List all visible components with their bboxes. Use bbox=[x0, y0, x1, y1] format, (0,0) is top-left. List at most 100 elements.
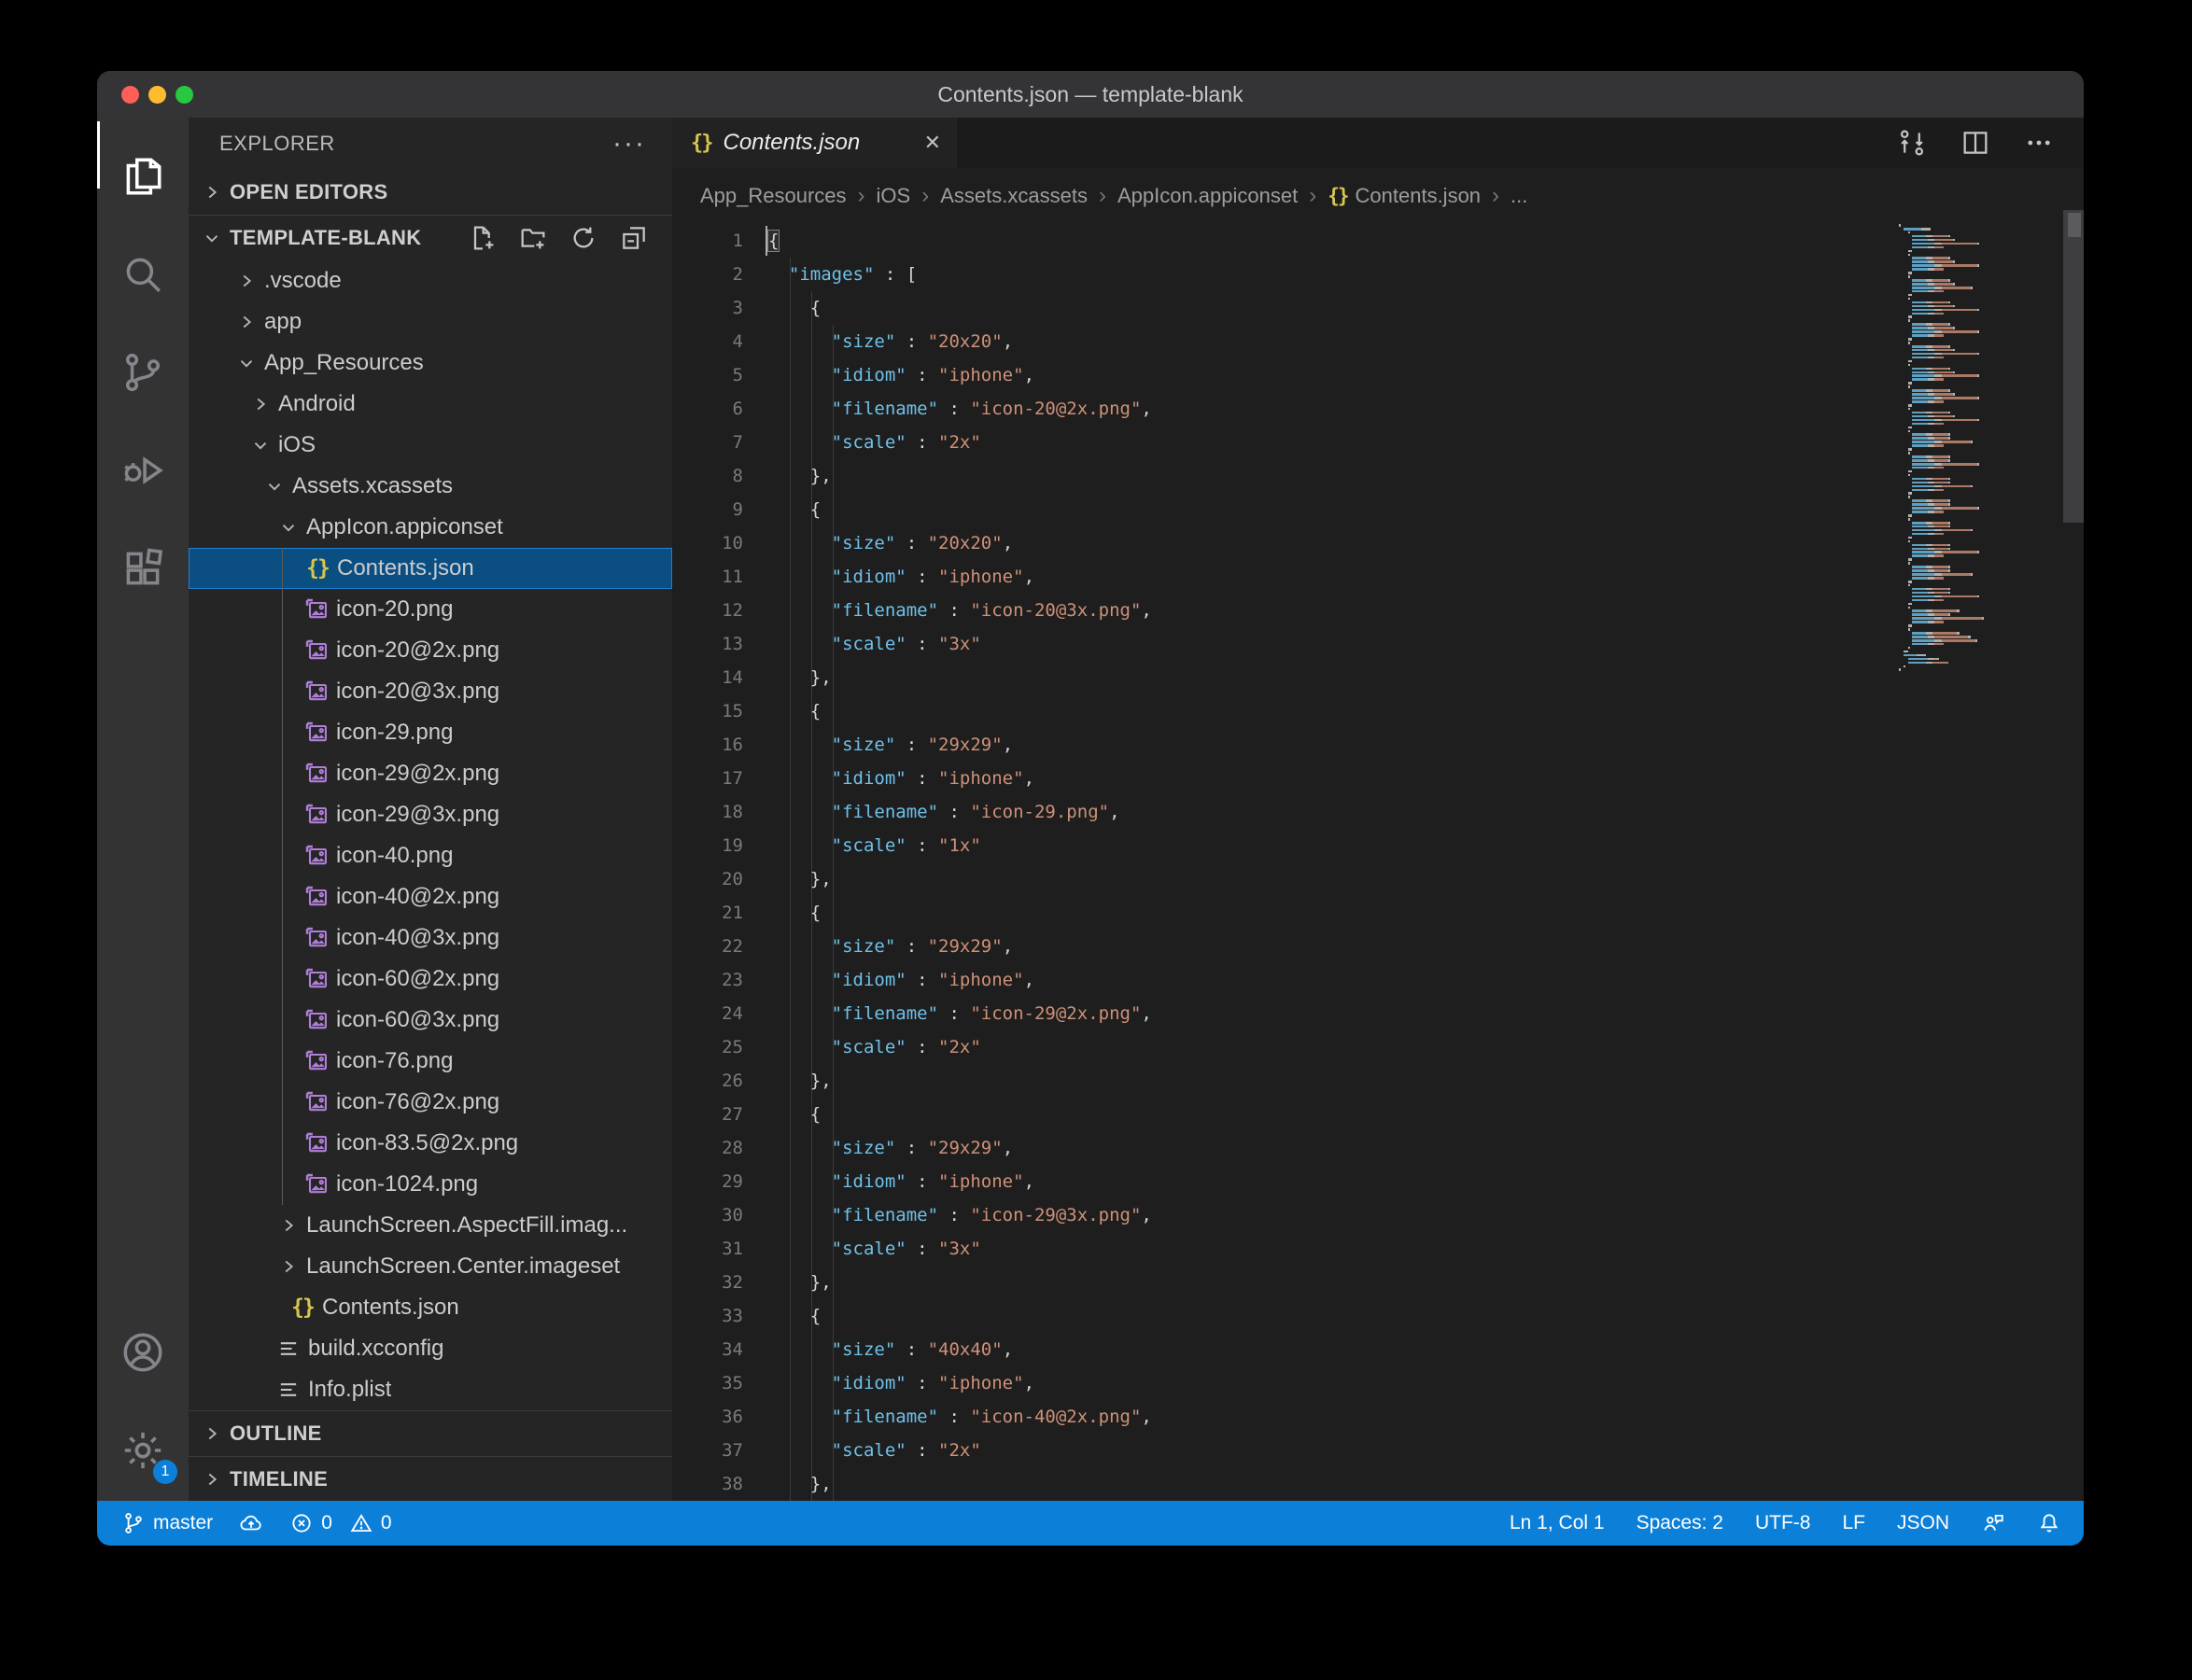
breadcrumb-item-appicon.appiconset[interactable]: AppIcon.appiconset bbox=[1117, 184, 1298, 208]
sync-changes-item[interactable] bbox=[239, 1511, 263, 1535]
code-line[interactable]: { bbox=[767, 493, 1897, 526]
code-line[interactable]: "size" : "20x20", bbox=[767, 325, 1897, 358]
scrollbar-slider[interactable] bbox=[2063, 210, 2084, 523]
vertical-scrollbar[interactable] bbox=[2063, 168, 2084, 1501]
tree-item-icon-20-2x.png[interactable]: icon-20@2x.png bbox=[189, 630, 672, 671]
code-line[interactable]: "idiom" : "iphone", bbox=[767, 1366, 1897, 1400]
code-line[interactable]: { bbox=[767, 291, 1897, 325]
code-line[interactable]: "size" : "29x29", bbox=[767, 1131, 1897, 1165]
close-tab-icon[interactable]: ✕ bbox=[924, 131, 941, 155]
code-line[interactable]: "scale" : "2x" bbox=[767, 1030, 1897, 1064]
tree-item-icon-1024.png[interactable]: icon-1024.png bbox=[189, 1164, 672, 1205]
tree-item-icon-60-2x.png[interactable]: icon-60@2x.png bbox=[189, 959, 672, 1000]
code-line[interactable]: "filename" : "icon-29.png", bbox=[767, 795, 1897, 829]
breadcrumb-item-contents.json[interactable]: {}Contents.json bbox=[1328, 184, 1481, 208]
tree-item-info.plist[interactable]: Info.plist bbox=[189, 1369, 672, 1410]
tree-item-icon-40.png[interactable]: icon-40.png bbox=[189, 835, 672, 876]
code-line[interactable]: "filename" : "icon-20@3x.png", bbox=[767, 594, 1897, 627]
account-icon[interactable] bbox=[97, 1313, 189, 1392]
code-line[interactable]: }, bbox=[767, 459, 1897, 493]
code-line[interactable]: "idiom" : "iphone", bbox=[767, 358, 1897, 392]
code-line[interactable]: }, bbox=[767, 661, 1897, 694]
collapse-all-icon[interactable] bbox=[616, 220, 652, 256]
code-line[interactable]: { bbox=[767, 1098, 1897, 1131]
breadcrumb-item-...[interactable]: ... bbox=[1511, 184, 1527, 208]
code-line[interactable]: "idiom" : "iphone", bbox=[767, 963, 1897, 997]
code-line[interactable]: "filename" : "icon-20@2x.png", bbox=[767, 392, 1897, 426]
new-folder-icon[interactable] bbox=[515, 220, 551, 256]
tree-item-icon-29-2x.png[interactable]: icon-29@2x.png bbox=[189, 753, 672, 794]
search-icon[interactable] bbox=[97, 235, 189, 314]
code-editor[interactable]: 1234567891011121314151617181920212223242… bbox=[672, 224, 2084, 1501]
tree-item-build.xcconfig[interactable]: build.xcconfig bbox=[189, 1328, 672, 1369]
code-line[interactable]: "filename" : "icon-29@2x.png", bbox=[767, 997, 1897, 1030]
tree-item-launchscreen.aspectfill.imag...[interactable]: LaunchScreen.AspectFill.imag... bbox=[189, 1205, 672, 1246]
code-line[interactable]: "filename" : "icon-29@3x.png", bbox=[767, 1198, 1897, 1232]
code-line[interactable]: "scale" : "3x" bbox=[767, 1232, 1897, 1266]
more-actions-icon[interactable] bbox=[2020, 124, 2058, 161]
tree-item-.vscode[interactable]: .vscode bbox=[189, 260, 672, 301]
status-language-mode[interactable]: JSON bbox=[1897, 1512, 1949, 1534]
status-indentation[interactable]: Spaces: 2 bbox=[1637, 1512, 1723, 1534]
code-line[interactable]: { bbox=[767, 896, 1897, 930]
open-editors-section[interactable]: OPEN EDITORS bbox=[189, 170, 672, 216]
tree-item-icon-60-3x.png[interactable]: icon-60@3x.png bbox=[189, 1000, 672, 1041]
code-line[interactable]: "scale" : "2x" bbox=[767, 1434, 1897, 1467]
split-editor-icon[interactable] bbox=[1957, 124, 1994, 161]
timeline-section[interactable]: TIMELINE bbox=[189, 1456, 672, 1502]
tree-item-icon-40-2x.png[interactable]: icon-40@2x.png bbox=[189, 876, 672, 917]
tree-item-icon-20-3x.png[interactable]: icon-20@3x.png bbox=[189, 671, 672, 712]
tree-item-appicon.appiconset[interactable]: AppIcon.appiconset bbox=[189, 507, 672, 548]
code-line[interactable]: "size" : "20x20", bbox=[767, 526, 1897, 560]
code-line[interactable]: "size" : "29x29", bbox=[767, 930, 1897, 963]
tree-item-assets.xcassets[interactable]: Assets.xcassets bbox=[189, 466, 672, 507]
status-encoding[interactable]: UTF-8 bbox=[1755, 1512, 1811, 1534]
extensions-icon[interactable] bbox=[97, 529, 189, 608]
code-line[interactable]: "scale" : "3x" bbox=[767, 627, 1897, 661]
tree-item-icon-29.png[interactable]: icon-29.png bbox=[189, 712, 672, 753]
tree-item-app[interactable]: app bbox=[189, 301, 672, 343]
code-line[interactable]: { bbox=[767, 224, 1897, 258]
tab-contents-json[interactable]: {} Contents.json ✕ bbox=[672, 118, 959, 168]
source-control-icon[interactable] bbox=[97, 333, 189, 412]
code-line[interactable]: "scale" : "2x" bbox=[767, 426, 1897, 459]
tree-item-icon-29-3x.png[interactable]: icon-29@3x.png bbox=[189, 794, 672, 835]
new-file-icon[interactable] bbox=[465, 220, 500, 256]
code-line[interactable]: "idiom" : "iphone", bbox=[767, 762, 1897, 795]
minimap[interactable] bbox=[1899, 224, 2063, 672]
tree-item-icon-76.png[interactable]: icon-76.png bbox=[189, 1041, 672, 1082]
code-line[interactable]: "idiom" : "iphone", bbox=[767, 1165, 1897, 1198]
status-eol[interactable]: LF bbox=[1842, 1512, 1865, 1534]
tree-item-contents.json[interactable]: {}Contents.json bbox=[189, 548, 672, 589]
code-line[interactable]: { bbox=[767, 1299, 1897, 1333]
code-line[interactable]: "images" : [ bbox=[767, 258, 1897, 291]
run-debug-icon[interactable] bbox=[97, 431, 189, 510]
tree-item-launchscreen.center.imageset[interactable]: LaunchScreen.Center.imageset bbox=[189, 1246, 672, 1287]
tree-item-icon-40-3x.png[interactable]: icon-40@3x.png bbox=[189, 917, 672, 959]
code-line[interactable]: }, bbox=[767, 1266, 1897, 1299]
breadcrumb-item-app-resources[interactable]: App_Resources bbox=[700, 184, 847, 208]
code-line[interactable]: "scale" : "1x" bbox=[767, 829, 1897, 862]
tree-item-android[interactable]: Android bbox=[189, 384, 672, 425]
outline-section[interactable]: OUTLINE bbox=[189, 1410, 672, 1456]
problems-item[interactable]: 0 0 bbox=[289, 1511, 391, 1535]
tree-item-icon-76-2x.png[interactable]: icon-76@2x.png bbox=[189, 1082, 672, 1123]
tree-item-contents.json[interactable]: {}Contents.json bbox=[189, 1287, 672, 1328]
breadcrumb-item-assets.xcassets[interactable]: Assets.xcassets bbox=[940, 184, 1088, 208]
code-line[interactable]: "filename" : "icon-40@2x.png", bbox=[767, 1400, 1897, 1434]
refresh-icon[interactable] bbox=[566, 220, 601, 256]
tree-item-icon-20.png[interactable]: icon-20.png bbox=[189, 589, 672, 630]
tree-item-icon-83.5-2x.png[interactable]: icon-83.5@2x.png bbox=[189, 1123, 672, 1164]
explorer-more-actions-icon[interactable]: ··· bbox=[612, 139, 646, 148]
code-line[interactable]: }, bbox=[767, 1467, 1897, 1501]
code-line[interactable]: "idiom" : "iphone", bbox=[767, 560, 1897, 594]
status-cursor-position[interactable]: Ln 1, Col 1 bbox=[1510, 1512, 1605, 1534]
git-branch-item[interactable]: master bbox=[121, 1511, 213, 1535]
code-line[interactable]: "size" : "40x40", bbox=[767, 1333, 1897, 1366]
code-line[interactable]: }, bbox=[767, 862, 1897, 896]
notifications-bell-icon[interactable] bbox=[2037, 1511, 2061, 1535]
feedback-icon[interactable] bbox=[1981, 1511, 2005, 1535]
tree-item-ios[interactable]: iOS bbox=[189, 425, 672, 466]
open-changes-icon[interactable] bbox=[1893, 124, 1931, 161]
project-section-header[interactable]: TEMPLATE-BLANK bbox=[189, 216, 672, 260]
